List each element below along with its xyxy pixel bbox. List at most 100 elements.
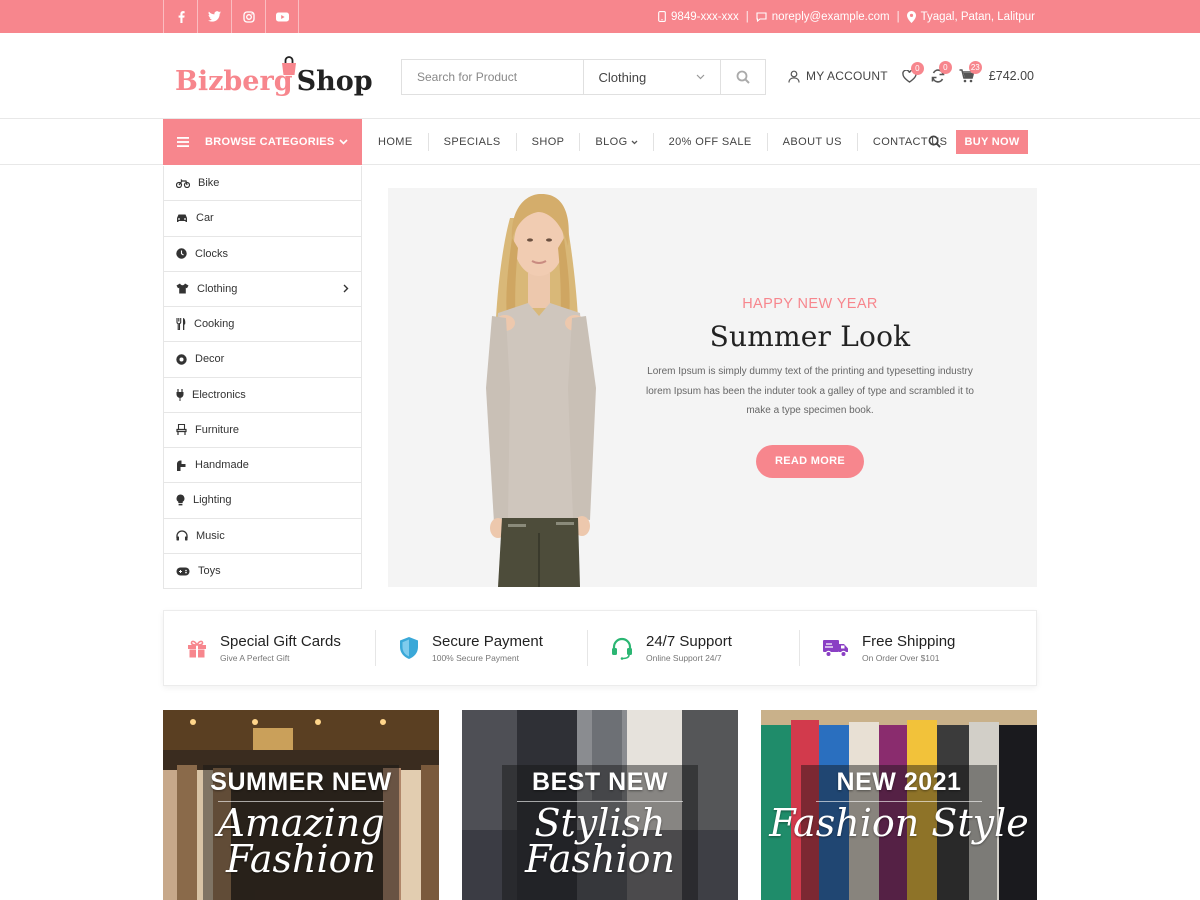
nav-item-home[interactable]: HOME (363, 133, 429, 151)
hero-model-image (486, 193, 596, 587)
features-bar: Special Gift Cards Give A Perfect Gift S… (163, 610, 1037, 686)
feature-title: Special Gift Cards (220, 633, 341, 650)
site-header: Bizberg Shop Search for Product Clothing… (0, 33, 1200, 119)
browse-categories-button[interactable]: BROWSE CATEGORIES (163, 119, 362, 165)
truck-icon (823, 640, 848, 658)
search-icon (928, 135, 941, 148)
email-text: noreply@example.com (771, 10, 890, 23)
category-label: Bike (198, 177, 220, 190)
hero-pretitle: HAPPY NEW YEAR (742, 296, 878, 312)
search-input[interactable]: Search for Product (402, 60, 584, 94)
category-item-handmade[interactable]: Handmade (164, 448, 361, 484)
category-label: Decor (195, 353, 225, 366)
category-item-decor[interactable]: Decor (164, 342, 361, 378)
category-item-furniture[interactable]: Furniture (164, 413, 361, 448)
category-label: Music (196, 529, 225, 542)
bike-icon (176, 179, 190, 189)
category-select[interactable]: Clothing (584, 60, 722, 94)
promo-banner-new-2021[interactable]: NEW 2021 Fashion Style (761, 710, 1037, 900)
promo-banner-summer[interactable]: SUMMER NEW Amazing Fashion (163, 710, 439, 900)
location-info: Tyagal, Patan, Lalitpur (906, 10, 1035, 23)
menu-icon (177, 137, 189, 147)
twitter-icon[interactable] (197, 0, 231, 33)
category-item-electronics[interactable]: Electronics (164, 378, 361, 413)
shield-icon (400, 637, 418, 659)
my-account-link[interactable]: MY ACCOUNT (788, 69, 888, 83)
category-select-value: Clothing (598, 69, 647, 85)
category-label: Handmade (195, 459, 249, 472)
wishlist-count-badge: 0 (910, 61, 924, 75)
nav-item-contact-us[interactable]: CONTACT US (858, 133, 963, 151)
category-list: Bike Car Clocks Clothing Cooking Decor E… (163, 166, 362, 589)
category-item-music[interactable]: Music (164, 519, 361, 554)
nav-item-about-us[interactable]: ABOUT US (768, 133, 858, 151)
feature-title: Free Shipping (862, 633, 956, 650)
category-item-bike[interactable]: Bike (164, 166, 361, 202)
divider: | (896, 10, 900, 23)
nav-item-specials[interactable]: SPECIALS (429, 133, 517, 151)
banner-heading: BEST NEW (532, 768, 668, 796)
plug-icon (176, 388, 184, 401)
hero-title: Summer Look (709, 320, 911, 353)
nav-item-label: SPECIALS (443, 136, 501, 148)
headset-icon (612, 637, 632, 660)
category-label: Clocks (195, 247, 229, 260)
cart-button[interactable]: 23 (959, 61, 982, 83)
category-item-car[interactable]: Car (164, 201, 361, 237)
contact-info: 9849-xxx-xxx | noreply@example.com | Tya… (658, 0, 1035, 33)
category-label: Lighting (193, 494, 232, 507)
logo-text-primary: Bizberg (175, 66, 293, 97)
category-label: Furniture (195, 423, 240, 436)
map-pin-icon (906, 10, 916, 23)
message-icon (756, 11, 767, 22)
category-label: Car (196, 212, 214, 225)
tshirt-icon (176, 283, 189, 294)
headphones-icon (176, 530, 188, 541)
nav-item-label: SHOP (531, 136, 565, 148)
feature-gift-cards: Special Gift Cards Give A Perfect Gift (164, 630, 376, 666)
divider: | (745, 10, 749, 23)
logo-text-secondary: Shop (296, 66, 373, 97)
cart-count-badge: 23 (968, 61, 982, 74)
nav-menu: HOME SPECIALS SHOP BLOG 20% OFF SALE ABO… (363, 119, 962, 165)
banner-heading: SUMMER NEW (210, 768, 392, 796)
category-item-toys[interactable]: Toys (164, 554, 361, 589)
instagram-icon[interactable] (231, 0, 265, 33)
read-more-button[interactable]: READ MORE (756, 444, 864, 478)
site-logo[interactable]: Bizberg Shop (175, 56, 373, 97)
feature-free-shipping: Free Shipping On Order Over $101 (800, 630, 1012, 666)
buy-now-button[interactable]: BUY NOW (956, 130, 1028, 154)
email-info[interactable]: noreply@example.com (756, 11, 890, 23)
wishlist-button[interactable]: 0 (902, 61, 924, 83)
youtube-icon[interactable] (265, 0, 299, 33)
category-label: Electronics (192, 388, 246, 401)
nav-search-button[interactable] (928, 135, 941, 153)
feature-title: Secure Payment (432, 633, 543, 650)
gamepad-icon (176, 567, 190, 576)
bulb-icon (176, 494, 185, 506)
nav-item-shop[interactable]: SHOP (517, 133, 581, 151)
banner-heading: NEW 2021 (836, 768, 962, 796)
feature-support: 24/7 Support Online Support 24/7 (588, 630, 800, 666)
category-item-lighting[interactable]: Lighting (164, 483, 361, 519)
nav-item-blog[interactable]: BLOG (580, 133, 654, 151)
phone-icon (658, 11, 666, 22)
banner-script-title: Stylish Fashion (525, 801, 675, 881)
feature-title: 24/7 Support (646, 633, 732, 650)
cart-total[interactable]: £742.00 (989, 69, 1034, 83)
search-button[interactable] (721, 60, 765, 94)
compare-button[interactable]: 0 (931, 61, 952, 83)
category-item-cooking[interactable]: Cooking (164, 307, 361, 343)
facebook-icon[interactable] (163, 0, 197, 33)
promo-banner-best-new[interactable]: BEST NEW Stylish Fashion (462, 710, 738, 900)
browse-categories-label: BROWSE CATEGORIES (205, 136, 335, 148)
nav-item-sale[interactable]: 20% OFF SALE (654, 133, 768, 151)
search-icon (736, 70, 750, 84)
clock-icon (176, 248, 187, 259)
category-label: Cooking (194, 318, 235, 331)
category-item-clothing[interactable]: Clothing (164, 272, 361, 307)
banner-script-title: Fashion Style (769, 801, 1029, 845)
location-text: Tyagal, Patan, Lalitpur (920, 10, 1035, 23)
category-item-clocks[interactable]: Clocks (164, 237, 361, 272)
phone-info[interactable]: 9849-xxx-xxx (658, 11, 739, 23)
